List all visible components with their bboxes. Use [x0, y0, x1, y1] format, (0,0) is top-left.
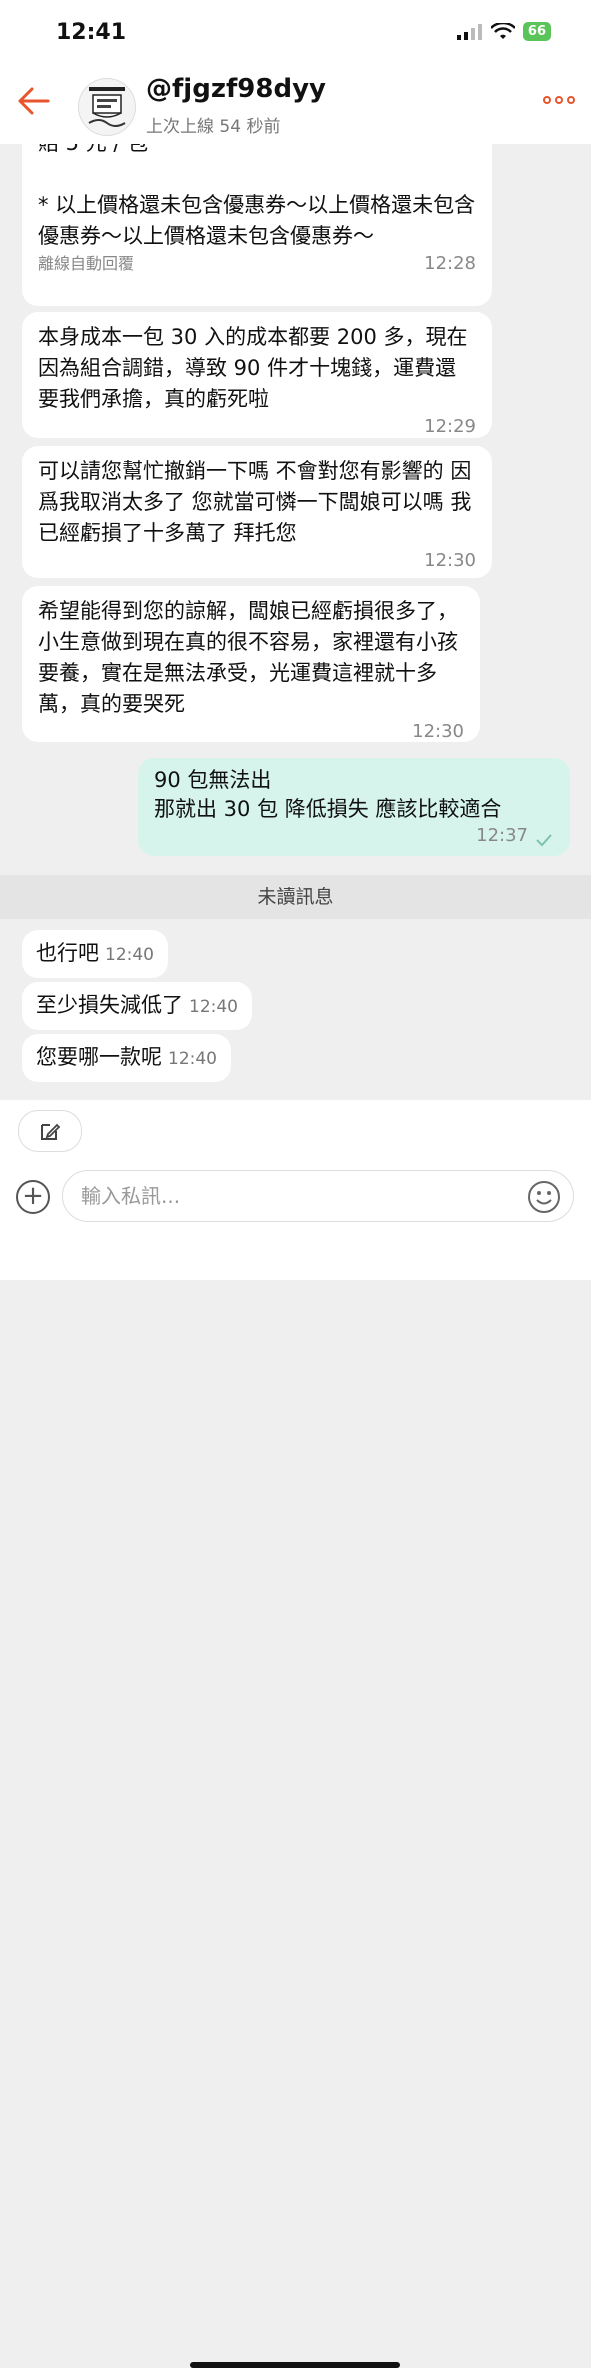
- incoming-message[interactable]: 至少損失減低了 12:40: [22, 982, 252, 1030]
- incoming-message[interactable]: 本身成本一包 30 入的成本都要 200 多，現在因為組合調錯，導致 90 件才…: [22, 312, 492, 438]
- incoming-message[interactable]: 也行吧 12:40: [22, 930, 168, 978]
- message-time: 12:40: [105, 945, 154, 965]
- chat-header: @fjgzf98dyy 上次上線 54 秒前: [0, 62, 591, 144]
- auto-reply-note: 離線自動回覆: [38, 254, 135, 273]
- message-time: 12:40: [189, 997, 238, 1017]
- message-time: 12:29: [424, 416, 476, 437]
- back-arrow-icon: [18, 87, 50, 115]
- message-time: 12:37: [476, 825, 528, 846]
- message-text: 90 包無法出 那就出 30 包 降低損失 應該比較適合: [154, 768, 502, 821]
- message-text: 賠 5 元 / 包 * 以上價格還未包含優惠券～以上價格還未包含優惠券～以上價格…: [38, 144, 476, 248]
- check-icon: [536, 834, 552, 847]
- battery-indicator: 66: [522, 22, 551, 41]
- incoming-message[interactable]: 希望能得到您的諒解，闆娘已經虧損很多了，小生意做到現在真的很不容易，家裡還有小孩…: [22, 586, 480, 742]
- message-time: 12:30: [424, 550, 476, 571]
- outgoing-message[interactable]: 90 包無法出 那就出 30 包 降低損失 應該比較適合 12:37: [138, 758, 570, 856]
- more-dots-icon[interactable]: [543, 96, 575, 104]
- back-button[interactable]: [16, 86, 50, 120]
- wifi-icon: [490, 22, 515, 39]
- edit-icon: [41, 1123, 61, 1140]
- shop-logo-icon: [88, 87, 126, 127]
- emoji-icon[interactable]: [527, 1180, 561, 1214]
- message-text: 本身成本一包 30 入的成本都要 200 多，現在因為組合調錯，導致 90 件才…: [38, 325, 468, 411]
- edit-button[interactable]: [18, 1110, 82, 1152]
- status-time: 12:41: [56, 20, 127, 45]
- message-time: 12:40: [168, 1049, 217, 1069]
- composer-area: +: [0, 1100, 591, 2368]
- message-text: 可以請您幫忙撤銷一下嗎 不會對您有影響的 因爲我取消太多了 您就當可憐一下闆娘可…: [38, 459, 472, 545]
- chat-username[interactable]: @fjgzf98dyy: [146, 74, 326, 104]
- incoming-message[interactable]: 可以請您幫忙撤銷一下嗎 不會對您有影響的 因爲我取消太多了 您就當可憐一下闆娘可…: [22, 446, 492, 578]
- unread-divider: 未讀訊息: [0, 875, 591, 919]
- message-text: 也行吧: [36, 941, 99, 965]
- message-time: 12:30: [412, 721, 464, 742]
- status-bar: 12:41 66: [0, 0, 591, 62]
- message-text: 至少損失減低了: [36, 993, 183, 1017]
- incoming-message[interactable]: 您要哪一款呢 12:40: [22, 1034, 231, 1082]
- plus-icon[interactable]: +: [16, 1180, 50, 1214]
- avatar[interactable]: [78, 78, 136, 136]
- last-seen-status: 上次上線 54 秒前: [146, 117, 281, 137]
- signal-icon: [456, 23, 482, 40]
- message-input-box[interactable]: [62, 1170, 574, 1222]
- message-text: 您要哪一款呢: [36, 1045, 162, 1069]
- message-input[interactable]: [63, 1171, 539, 1221]
- incoming-message[interactable]: 賠 5 元 / 包 * 以上價格還未包含優惠券～以上價格還未包含優惠券～以上價格…: [22, 144, 492, 306]
- chat-message-list[interactable]: 賠 5 元 / 包 * 以上價格還未包含優惠券～以上價格還未包含優惠券～以上價格…: [0, 144, 591, 1100]
- message-time: 12:28: [424, 253, 476, 274]
- message-text: 希望能得到您的諒解，闆娘已經虧損很多了，小生意做到現在真的很不容易，家裡還有小孩…: [38, 599, 458, 716]
- home-indicator: [190, 2362, 400, 2368]
